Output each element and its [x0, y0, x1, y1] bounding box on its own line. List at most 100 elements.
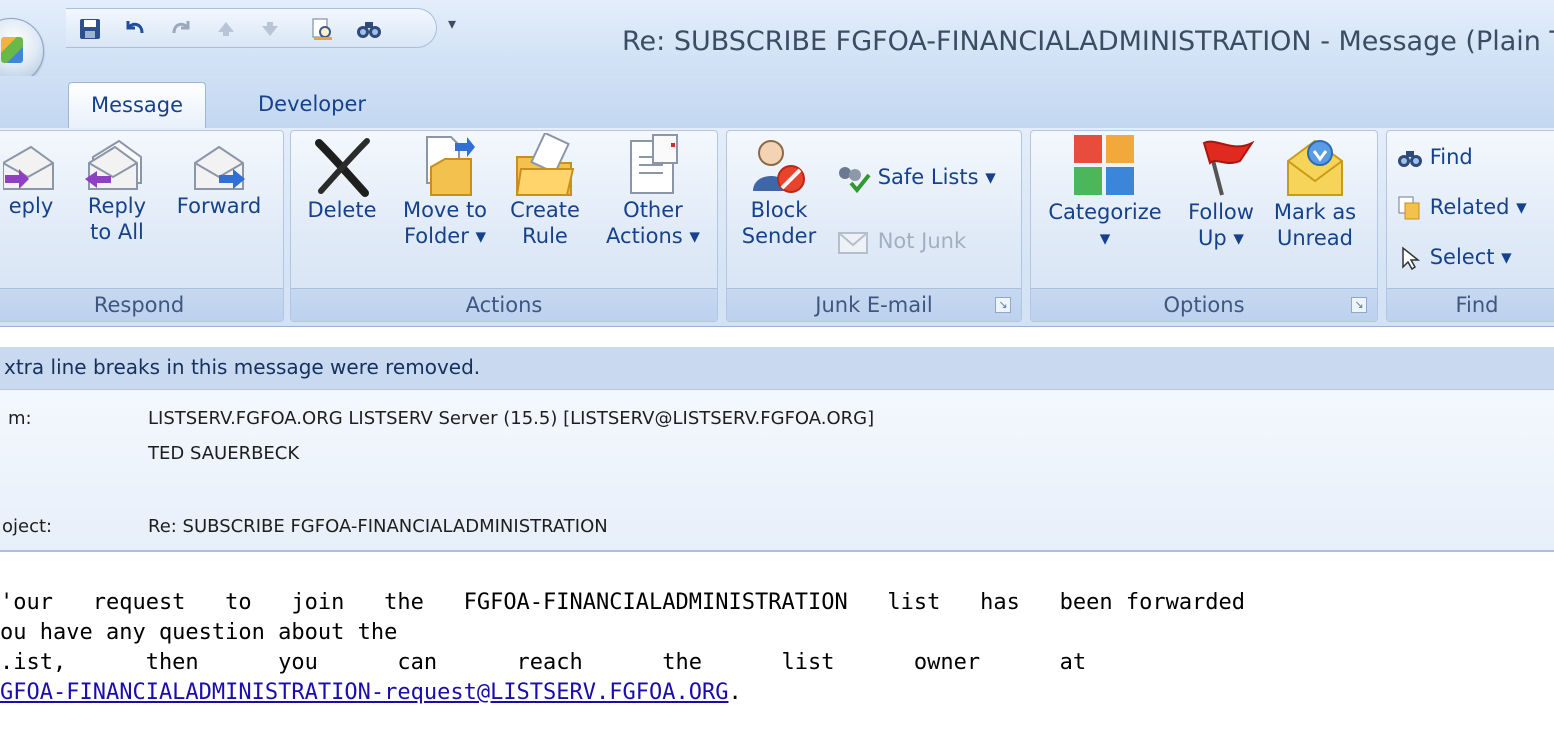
mark-label-2: Unread	[1277, 226, 1353, 250]
from-value[interactable]: LISTSERV.FGFOA.ORG LISTSERV Server (15.5…	[148, 408, 874, 429]
related-label: Related ▾	[1429, 195, 1527, 219]
mark-label-1: Mark as	[1273, 200, 1357, 224]
not-junk-label: Not Junk	[877, 229, 967, 253]
to-value[interactable]: TED SAUERBECK	[148, 443, 299, 464]
reply-button[interactable]: eply	[3, 133, 59, 219]
cursor-icon	[1402, 246, 1421, 271]
block-label-2: Sender	[741, 224, 817, 248]
find-label: Find	[1429, 145, 1473, 169]
safe-lists-button[interactable]: Safe Lists ▾	[835, 163, 996, 194]
up-arrow-icon[interactable]	[214, 17, 238, 41]
select-label: Select ▾	[1429, 245, 1512, 269]
other-actions-button[interactable]: Other Actions ▾	[595, 133, 711, 249]
categorize-button[interactable]: Categorize ▾	[1041, 133, 1169, 251]
not-junk-button[interactable]: Not Junk	[835, 227, 966, 257]
move-to-folder-button[interactable]: Move to Folder ▾	[395, 133, 495, 249]
reply-all-icon	[85, 139, 142, 190]
actions-group-label: Actions	[291, 288, 717, 321]
safe-lists-icon	[839, 167, 871, 194]
select-button[interactable]: Select ▾	[1397, 243, 1512, 271]
delete-icon	[315, 138, 370, 197]
subject-value: Re: SUBSCRIBE FGFOA-FINANCIALADMINISTRAT…	[148, 516, 608, 537]
window-title: Re: SUBSCRIBE FGFOA-FINANCIALADMINISTRAT…	[622, 26, 1554, 57]
ribbon: eply Reply to All Forward Respond Delete…	[0, 128, 1554, 327]
ribbon-tabs: Message Developer	[0, 76, 1554, 129]
respond-group-label: Respond	[0, 288, 283, 321]
create-label-2: Rule	[522, 224, 568, 248]
print-preview-icon[interactable]	[310, 17, 334, 41]
create-rule-icon	[515, 133, 575, 196]
from-label: m:	[8, 408, 32, 429]
undo-icon[interactable]	[122, 17, 146, 41]
forward-label: Forward	[176, 194, 262, 218]
other-label-1: Other	[623, 198, 683, 222]
body-line-3: .ist, then you can reach the list owner …	[0, 650, 1087, 675]
reply-all-label-1: Reply	[87, 194, 147, 218]
block-sender-button[interactable]: Block Sender	[733, 133, 825, 249]
body-line-2: ou have any question about the	[0, 620, 398, 645]
find-group: Find Related ▾ Select ▾ Find	[1386, 130, 1554, 322]
options-dialog-launcher-icon[interactable]: ↘	[1351, 297, 1367, 313]
body-line-1: 'our request to join the FGFOA-FINANCIAL…	[0, 590, 1246, 615]
related-icon	[1398, 196, 1420, 220]
body-period: .	[728, 680, 742, 705]
block-label-1: Block	[750, 198, 808, 222]
move-label-2: Folder ▾	[403, 224, 487, 248]
body-line-4: GFOA-FINANCIALADMINISTRATION-request@LIS…	[0, 678, 1554, 708]
delete-button[interactable]: Delete	[295, 133, 389, 223]
redo-icon[interactable]	[170, 17, 194, 41]
customize-qat-icon[interactable]: ▾	[448, 14, 456, 33]
other-label-2: Actions ▾	[606, 224, 700, 248]
actions-group: Delete Move to Folder ▾ Create Rule Othe…	[290, 130, 718, 322]
down-arrow-icon[interactable]	[258, 17, 282, 41]
mark-as-unread-button[interactable]: Mark as Unread	[1269, 133, 1361, 251]
title-bar: ▾ Re: SUBSCRIBE FGFOA-FINANCIALADMINISTR…	[0, 0, 1554, 84]
move-to-folder-icon	[426, 136, 475, 196]
categorize-label-2: ▾	[1099, 226, 1111, 250]
follow-up-button[interactable]: Follow Up ▾	[1179, 133, 1263, 251]
info-bar[interactable]: xtra line breaks in this message were re…	[0, 347, 1554, 390]
reply-label: eply	[8, 194, 54, 218]
create-rule-button[interactable]: Create Rule	[503, 133, 587, 249]
info-bar-text: xtra line breaks in this message were re…	[4, 355, 481, 379]
block-sender-icon	[753, 140, 805, 193]
tab-developer[interactable]: Developer	[236, 82, 388, 128]
message-body: 'our request to join the FGFOA-FINANCIAL…	[0, 588, 1554, 708]
follow-up-flag-icon	[1202, 140, 1254, 196]
options-group-label: Options	[1031, 288, 1377, 321]
forward-button[interactable]: Forward	[167, 133, 271, 219]
subject-label: oject:	[2, 516, 53, 537]
tab-message[interactable]: Message	[68, 82, 207, 129]
office-button[interactable]	[0, 18, 44, 84]
junk-email-dialog-launcher-icon[interactable]: ↘	[995, 297, 1011, 313]
delete-label: Delete	[307, 198, 377, 222]
reply-all-button[interactable]: Reply to All	[77, 133, 157, 245]
save-icon[interactable]	[78, 17, 102, 41]
message-header: m: LISTSERV.FGFOA.ORG LISTSERV Server (1…	[0, 390, 1554, 552]
options-group: Categorize ▾ Follow Up ▾ Mark as Unread …	[1030, 130, 1378, 322]
create-label-1: Create	[510, 198, 580, 222]
find-button[interactable]: Find	[1397, 143, 1473, 171]
junk-email-group-label: Junk E-mail	[727, 288, 1021, 321]
quick-access-toolbar	[66, 8, 437, 48]
find-icon[interactable]	[356, 17, 381, 41]
related-button[interactable]: Related ▾	[1397, 193, 1527, 221]
respond-group: eply Reply to All Forward Respond	[0, 130, 284, 322]
forward-icon	[194, 145, 245, 190]
categorize-label-1: Categorize	[1048, 200, 1162, 224]
not-junk-icon	[838, 232, 868, 254]
follow-label-2: Up ▾	[1198, 226, 1244, 250]
follow-label-1: Follow	[1188, 200, 1254, 224]
list-request-email-link[interactable]: GFOA-FINANCIALADMINISTRATION-request@LIS…	[0, 680, 728, 705]
other-actions-icon	[630, 134, 678, 194]
junk-email-group: Block Sender Safe Lists ▾ Not Junk Junk …	[726, 130, 1022, 322]
categorize-icon	[1074, 135, 1134, 195]
binoculars-icon	[1398, 151, 1422, 167]
reply-icon	[3, 145, 54, 190]
reply-all-label-2: to All	[90, 220, 144, 244]
find-group-label: Find	[1387, 288, 1554, 321]
safe-lists-label: Safe Lists ▾	[877, 165, 996, 189]
mark-as-unread-icon	[1287, 139, 1343, 196]
move-label-1: Move to	[402, 198, 488, 222]
office-logo-icon	[1, 37, 23, 63]
